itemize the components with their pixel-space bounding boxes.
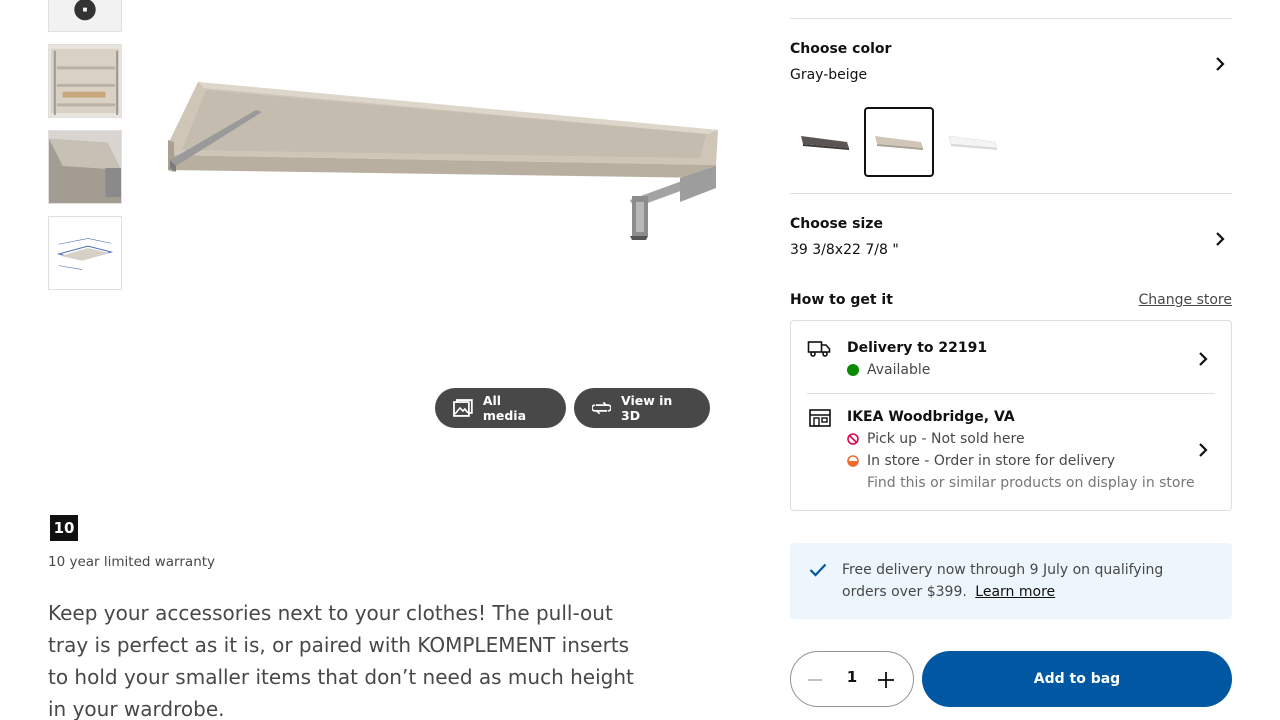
store-chevron-icon[interactable] xyxy=(1195,442,1211,458)
divider xyxy=(807,393,1215,394)
increase-quantity-icon[interactable] xyxy=(877,671,895,689)
delivery-status: Available xyxy=(847,362,930,378)
delivery-title[interactable]: Delivery to 22191 xyxy=(847,340,987,356)
display-note: Find this or similar products on display… xyxy=(867,475,1195,491)
pickup-status-text: Pick up - Not sold here xyxy=(867,431,1025,447)
pickup-status: Pick up - Not sold here xyxy=(847,431,1025,447)
thumbnail-3[interactable] xyxy=(48,130,122,204)
delivery-chevron-icon[interactable] xyxy=(1195,351,1211,367)
thumbnail-1[interactable] xyxy=(48,0,122,32)
checkmark-icon xyxy=(809,563,827,577)
warranty-badge: 10 xyxy=(50,515,78,541)
store-icon xyxy=(809,409,831,427)
choose-color-chevron-icon[interactable] xyxy=(1212,56,1228,72)
all-media-label: All media xyxy=(482,393,526,423)
instore-status: In store - Order in store for delivery xyxy=(847,453,1115,469)
decrease-quantity-icon[interactable] xyxy=(807,672,823,688)
product-image xyxy=(160,70,725,250)
half-circle-status-icon xyxy=(847,455,859,467)
free-delivery-promo: Free delivery now through 9 July on qual… xyxy=(790,543,1232,619)
how-to-get-title: How to get it xyxy=(790,292,893,308)
change-store-link[interactable]: Change store xyxy=(1139,292,1232,308)
delivery-truck-icon xyxy=(807,341,831,357)
quantity-value[interactable]: 1 xyxy=(841,668,863,686)
availability-box: Delivery to 22191 Available IKEA Woodbri… xyxy=(790,320,1232,511)
available-status-dot-icon xyxy=(847,364,859,376)
color-swatch-white[interactable] xyxy=(938,107,1008,177)
quantity-stepper: 1 xyxy=(790,651,914,707)
selected-color: Gray-beige xyxy=(790,67,868,83)
add-to-bag-button[interactable]: Add to bag xyxy=(922,651,1232,707)
delivery-status-text: Available xyxy=(867,362,931,378)
product-description: Keep your accessories next to your cloth… xyxy=(48,601,634,720)
promo-text: Free delivery now through 9 July on qual… xyxy=(842,559,1212,603)
choose-size-title: Choose size xyxy=(790,216,883,232)
choose-color-title: Choose color xyxy=(790,41,892,57)
color-swatch-gray-beige[interactable] xyxy=(864,107,934,177)
selected-size: 39 3/8x22 7/8 " xyxy=(790,242,899,258)
store-title[interactable]: IKEA Woodbridge, VA xyxy=(847,409,1015,425)
all-media-button[interactable]: All media xyxy=(435,388,566,428)
warranty-text: 10 year limited warranty xyxy=(48,554,216,570)
learn-more-link[interactable]: Learn more xyxy=(975,584,1055,600)
divider xyxy=(790,193,1232,194)
color-swatch-dark-gray[interactable] xyxy=(790,107,860,177)
thumbnail-4[interactable] xyxy=(48,216,122,290)
view-in-3d-button[interactable]: View in 3D xyxy=(574,388,710,428)
gallery-icon xyxy=(453,399,473,417)
thumbnail-2[interactable] xyxy=(48,44,122,118)
choose-size-chevron-icon[interactable] xyxy=(1212,231,1228,247)
divider xyxy=(790,18,1232,19)
rotate-3d-icon xyxy=(592,401,611,415)
view-in-3d-label: View in 3D xyxy=(621,393,673,423)
not-available-icon xyxy=(847,433,859,445)
instore-status-text: In store - Order in store for delivery xyxy=(867,453,1116,469)
